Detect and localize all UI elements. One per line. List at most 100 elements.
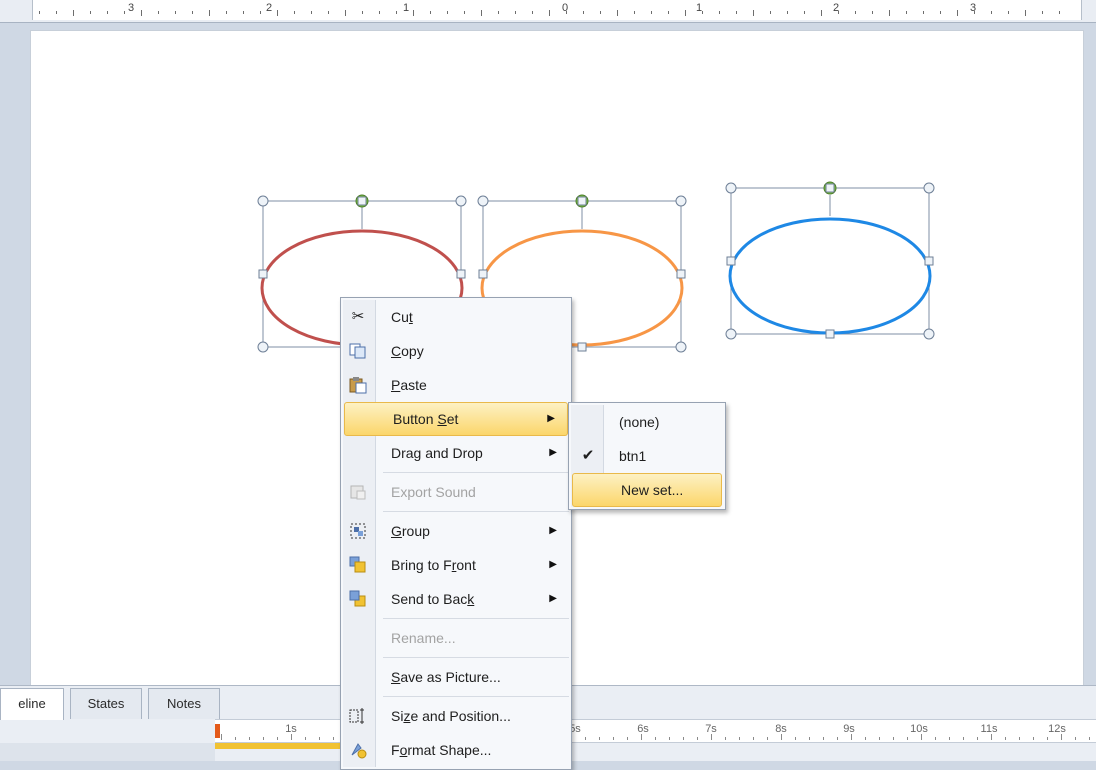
corner-resize-handle[interactable] <box>923 182 935 194</box>
blue-ellipse-shape[interactable] <box>728 181 932 335</box>
submenu-item-none[interactable]: (none) <box>571 405 723 439</box>
timeline-tick <box>669 737 670 740</box>
corner-resize-handle[interactable] <box>257 341 269 353</box>
menu-item-size-and-position[interactable]: Size and Position... <box>343 699 569 733</box>
checkmark-icon: ✔ <box>581 447 595 464</box>
corner-resize-handle[interactable] <box>725 182 737 194</box>
timeline-tick <box>739 737 740 740</box>
ruler-tick <box>923 11 924 14</box>
ruler-tick <box>413 10 414 16</box>
timeline-tick <box>333 737 334 740</box>
side-resize-handle[interactable] <box>825 183 835 193</box>
timeline-tick <box>235 737 236 740</box>
corner-resize-handle[interactable] <box>675 195 687 207</box>
submenu-arrow-icon: ▶ <box>549 559 557 570</box>
timeline-tick <box>697 737 698 740</box>
timeline-tick <box>949 737 950 740</box>
timeline-tick <box>879 737 880 740</box>
side-resize-handle[interactable] <box>258 269 268 279</box>
ruler-tick <box>1008 11 1009 14</box>
menu-item-paste[interactable]: Paste <box>343 368 569 402</box>
ruler-tick <box>906 11 907 14</box>
corner-resize-handle[interactable] <box>725 328 737 340</box>
tab-notes[interactable]: Notes <box>148 688 220 719</box>
side-resize-handle[interactable] <box>577 196 587 206</box>
ruler-tick <box>821 10 822 16</box>
menu-accelerator: S <box>437 411 447 427</box>
menu-item-format-shape[interactable]: Format Shape... <box>343 733 569 767</box>
menu-label: rmat Shape... <box>407 742 492 758</box>
timeline-tick <box>865 737 866 740</box>
menu-item-drag-and-drop[interactable]: Drag and Drop ▶ <box>343 436 569 470</box>
menu-item-copy[interactable]: Copy <box>343 334 569 368</box>
ruler-tick <box>311 11 312 14</box>
ruler-tick <box>549 10 550 16</box>
timeline-tick <box>1047 737 1048 740</box>
menu-label: et <box>446 411 459 427</box>
timeline-tick <box>319 737 320 740</box>
ruler-tick <box>770 11 771 14</box>
menu-item-send-to-back[interactable]: Send to Back ▶ <box>343 582 569 616</box>
context-menu: ✂ Cut Copy Paste Button Set ▶ Drag and D… <box>340 297 572 770</box>
ruler-tick <box>481 10 482 16</box>
ruler-tick <box>1042 11 1043 14</box>
tab-states[interactable]: States <box>70 688 142 719</box>
ruler-tick <box>753 10 754 16</box>
submenu-arrow-icon: ▶ <box>547 413 555 424</box>
menu-item-bring-to-front[interactable]: Bring to Front ▶ <box>343 548 569 582</box>
submenu-arrow-icon: ▶ <box>549 593 557 604</box>
menu-label: New set... <box>621 482 684 498</box>
ruler-tick <box>379 11 380 14</box>
corner-resize-handle[interactable] <box>257 195 269 207</box>
timeline-tick <box>893 737 894 740</box>
ruler-tick <box>634 11 635 14</box>
menu-separator <box>383 511 569 512</box>
submenu-item-new-set[interactable]: New set... <box>572 473 722 507</box>
menu-label: btn1 <box>619 448 647 464</box>
side-resize-handle[interactable] <box>357 196 367 206</box>
side-resize-handle[interactable] <box>726 256 736 266</box>
menu-item-cut[interactable]: ✂ Cut <box>343 300 569 334</box>
timeline-tick <box>277 737 278 740</box>
timeline-tick <box>837 737 838 740</box>
corner-resize-handle[interactable] <box>675 341 687 353</box>
side-resize-handle[interactable] <box>825 329 835 339</box>
side-resize-handle[interactable] <box>577 342 587 352</box>
ruler-tick <box>328 11 329 14</box>
ruler-tick <box>889 10 890 16</box>
timeline-tick <box>1033 737 1034 740</box>
tab-timeline[interactable]: eline <box>0 688 64 720</box>
ruler-tick <box>651 11 652 14</box>
timeline-tick <box>851 734 852 740</box>
corner-resize-handle[interactable] <box>923 328 935 340</box>
side-resize-handle[interactable] <box>924 256 934 266</box>
menu-separator <box>383 618 569 619</box>
ruler-tick <box>396 11 397 14</box>
side-resize-handle[interactable] <box>478 269 488 279</box>
menu-label: (none) <box>619 414 660 430</box>
blue-ellipse[interactable] <box>728 217 932 335</box>
menu-item-button-set[interactable]: Button Set ▶ <box>344 402 568 436</box>
menu-label: Send to Bac <box>391 591 468 607</box>
menu-label: Button <box>393 411 438 427</box>
timeline-tick <box>1019 737 1020 740</box>
timeline-tick <box>921 734 922 740</box>
timeline-tick <box>613 737 614 740</box>
menu-label: aste <box>400 377 427 393</box>
ruler-tick <box>362 11 363 14</box>
side-resize-handle[interactable] <box>676 269 686 279</box>
corner-resize-handle[interactable] <box>477 195 489 207</box>
timeline-tick <box>823 737 824 740</box>
time-label: 10s <box>910 723 928 735</box>
scissors-icon: ✂ <box>351 308 365 325</box>
side-resize-handle[interactable] <box>456 269 466 279</box>
menu-item-save-as-picture[interactable]: Save as Picture... <box>343 660 569 694</box>
ruler-tick <box>243 11 244 14</box>
ruler-tick <box>226 11 227 14</box>
menu-item-group[interactable]: Group ▶ <box>343 514 569 548</box>
playhead-marker[interactable] <box>215 724 220 738</box>
submenu-arrow-icon: ▶ <box>549 525 557 536</box>
corner-resize-handle[interactable] <box>455 195 467 207</box>
timeline-track-header <box>0 743 215 761</box>
submenu-item-btn1[interactable]: ✔ btn1 <box>571 439 723 473</box>
